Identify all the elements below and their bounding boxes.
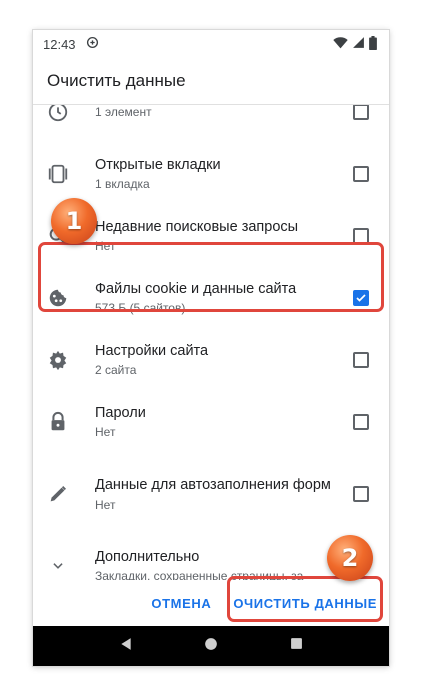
item-title: Файлы cookie и данные сайта xyxy=(95,281,297,297)
item-title: Настройки сайта xyxy=(95,343,209,359)
dialog-title: Очистить данные xyxy=(47,71,186,90)
step-1-marker: 1 xyxy=(51,198,97,244)
list-item-autofill[interactable]: Данные для автозаполнения форм Нет xyxy=(33,453,389,535)
gear-icon xyxy=(47,349,69,371)
item-title: Открытые вкладки xyxy=(95,157,221,173)
list-item-open-tabs[interactable]: Открытые вкладки 1 вкладка xyxy=(33,143,389,205)
step-2-marker: 2 xyxy=(327,535,373,581)
open-tabs-checkbox[interactable] xyxy=(353,166,369,182)
battery-icon xyxy=(369,35,377,53)
status-time: 12:43 xyxy=(43,36,76,52)
list-item-history[interactable]: 1 элемент xyxy=(33,105,389,143)
item-title: Недавние поисковые запросы xyxy=(95,219,299,235)
clear-data-button[interactable]: ОЧИСТИТЬ ДАННЫЕ xyxy=(233,596,377,611)
site-settings-checkbox[interactable] xyxy=(353,352,369,368)
signal-icon xyxy=(352,36,365,52)
item-subtitle: 573 Б (5 сайтов) xyxy=(95,301,186,315)
wifi-icon xyxy=(333,36,348,52)
pencil-icon xyxy=(47,483,69,505)
item-subtitle: Нет xyxy=(95,239,116,253)
recent-searches-checkbox[interactable] xyxy=(353,228,369,244)
item-subtitle: 2 сайта xyxy=(95,363,137,377)
back-icon[interactable] xyxy=(119,637,133,656)
dialog-actions: ОТМЕНА ОЧИСТИТЬ ДАННЫЕ xyxy=(33,580,389,626)
item-subtitle: 1 вкладка xyxy=(95,177,150,191)
chevron-down-icon xyxy=(47,555,69,577)
item-subtitle: Нет xyxy=(95,425,116,439)
item-subtitle: Нет xyxy=(95,497,116,512)
recents-icon[interactable] xyxy=(290,637,303,655)
home-icon[interactable] xyxy=(204,637,218,656)
data-type-list[interactable]: 1 элемент Открытые вкладки 1 вкладка Нед… xyxy=(33,104,389,580)
passwords-checkbox[interactable] xyxy=(353,414,369,430)
cookies-checkbox[interactable] xyxy=(353,290,369,306)
cookie-icon xyxy=(47,287,69,309)
tabs-icon xyxy=(47,163,69,185)
cancel-button[interactable]: ОТМЕНА xyxy=(151,596,211,611)
autofill-checkbox[interactable] xyxy=(353,486,369,502)
list-item-cookies[interactable]: Файлы cookie и данные сайта 573 Б (5 сай… xyxy=(33,267,389,329)
checkmark-icon xyxy=(356,294,366,302)
item-title: Данные для автозаполнения форм xyxy=(95,476,331,493)
list-item-passwords[interactable]: Пароли Нет xyxy=(33,391,389,453)
navigation-bar xyxy=(33,626,389,666)
lock-icon xyxy=(47,411,69,433)
history-checkbox[interactable] xyxy=(353,105,369,120)
history-icon xyxy=(47,105,69,123)
list-item-site-settings[interactable]: Настройки сайта 2 сайта xyxy=(33,329,389,391)
item-title: Пароли xyxy=(95,405,146,421)
status-bar: 12:43 xyxy=(33,30,389,58)
item-subtitle: 1 элемент xyxy=(95,105,152,119)
data-saver-icon xyxy=(86,36,99,52)
